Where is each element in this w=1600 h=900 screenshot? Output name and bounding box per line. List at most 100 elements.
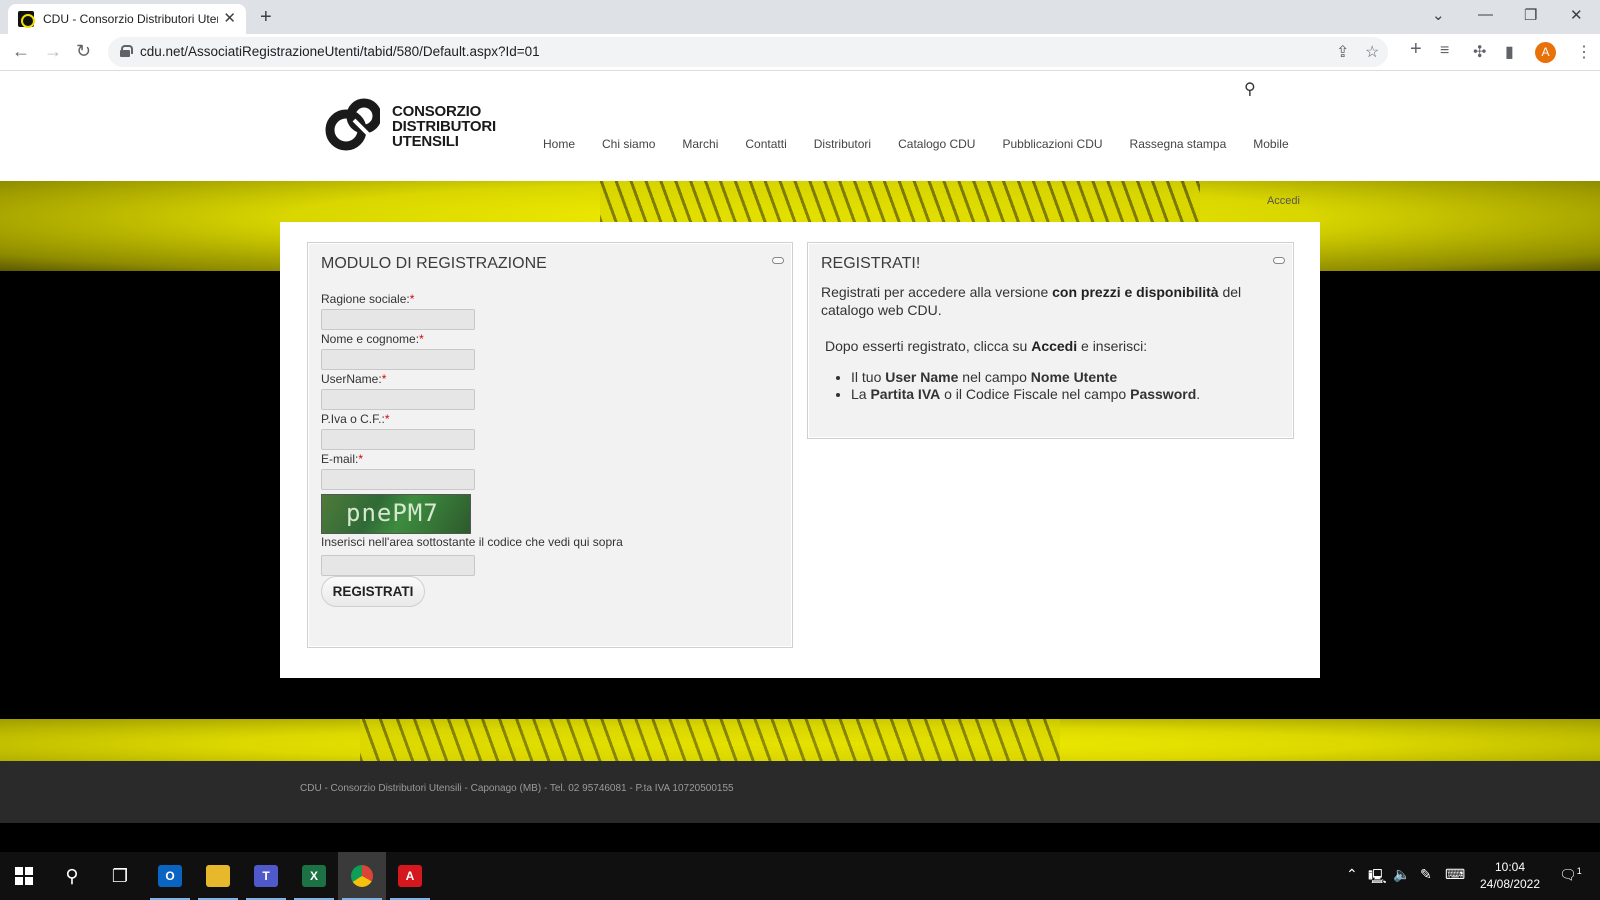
captcha-hint: Inserisci nell'area sottostante il codic… bbox=[321, 535, 623, 549]
add-icon[interactable]: + bbox=[1410, 38, 1422, 61]
registration-info-panel: REGISTRATI! Registrati per accedere alla… bbox=[807, 242, 1294, 439]
ragione-sociale-input[interactable] bbox=[321, 309, 475, 330]
volume-muted-icon[interactable]: 🔈 bbox=[1393, 866, 1410, 883]
windows-logo-icon bbox=[15, 867, 33, 885]
username-label: UserName:* bbox=[321, 372, 387, 386]
site-header: CONSORZIO DISTRIBUTORI UTENSILI ⚲ Home C… bbox=[0, 71, 1600, 181]
keyboard-icon[interactable]: ⌨ bbox=[1445, 866, 1465, 883]
logo-line-2: DISTRIBUTORI bbox=[392, 118, 496, 135]
collapse-form-icon[interactable] bbox=[772, 257, 784, 264]
main-nav: Home Chi siamo Marchi Contatti Distribut… bbox=[543, 137, 1316, 151]
nav-catalogo-cdu[interactable]: Catalogo CDU bbox=[898, 137, 975, 151]
username-input[interactable] bbox=[321, 389, 475, 410]
address-bar[interactable]: cdu.net/AssociatiRegistrazioneUtenti/tab… bbox=[108, 37, 1388, 67]
acrobat-app[interactable]: A bbox=[386, 852, 434, 900]
logo-line-1: CONSORZIO bbox=[392, 103, 482, 120]
side-panel-icon[interactable]: ▮ bbox=[1505, 42, 1514, 62]
notifications-icon[interactable]: 🗨1 bbox=[1559, 866, 1582, 884]
pen-icon[interactable]: ✎ bbox=[1420, 866, 1432, 883]
chrome-icon bbox=[351, 865, 373, 887]
nav-pubblicazioni-cdu[interactable]: Pubblicazioni CDU bbox=[1002, 137, 1102, 151]
nome-cognome-input[interactable] bbox=[321, 349, 475, 370]
clock-time: 10:04 bbox=[1494, 860, 1526, 874]
search-taskbar-icon[interactable]: ⚲ bbox=[48, 852, 96, 900]
outlook-icon: O bbox=[158, 865, 182, 887]
ragione-sociale-label: Ragione sociale:* bbox=[321, 292, 415, 306]
outlook-app[interactable]: O bbox=[146, 852, 194, 900]
banner-wave bbox=[600, 181, 1200, 223]
nav-chi-siamo[interactable]: Chi siamo bbox=[602, 137, 655, 151]
login-link[interactable]: Accedi bbox=[1267, 195, 1300, 207]
back-icon[interactable]: ← bbox=[12, 41, 30, 61]
browser-tab-strip: CDU - Consorzio Distributori Utensili ✕ … bbox=[0, 0, 1600, 34]
info-list-item: Il tuo User Name nel campo Nome Utente bbox=[851, 369, 1200, 386]
teams-app[interactable]: T bbox=[242, 852, 290, 900]
nav-marchi[interactable]: Marchi bbox=[682, 137, 718, 151]
email-input[interactable] bbox=[321, 469, 475, 490]
nome-cognome-label: Nome e cognome:* bbox=[321, 332, 424, 346]
menu-kebab-icon[interactable]: ⋮ bbox=[1576, 42, 1592, 62]
chrome-app[interactable] bbox=[338, 852, 386, 900]
acrobat-icon: A bbox=[398, 865, 422, 887]
profile-avatar[interactable]: A bbox=[1535, 42, 1556, 63]
minimize-icon[interactable]: — bbox=[1478, 6, 1493, 23]
nav-mobile[interactable]: Mobile bbox=[1253, 137, 1288, 151]
search-icon[interactable]: ⚲ bbox=[1244, 79, 1256, 99]
clock[interactable]: 10:04 24/08/2022 bbox=[1475, 859, 1545, 893]
close-tab-icon[interactable]: ✕ bbox=[223, 11, 236, 26]
yellow-banner-bottom bbox=[0, 719, 1600, 761]
show-hidden-icons-icon[interactable]: ⌃ bbox=[1346, 866, 1358, 883]
piva-cf-label: P.Iva o C.F.:* bbox=[321, 412, 390, 426]
browser-tab[interactable]: CDU - Consorzio Distributori Utensili ✕ bbox=[8, 4, 246, 34]
logo-text: CONSORZIO DISTRIBUTORI UTENSILI bbox=[392, 104, 496, 149]
logo-line-3: UTENSILI bbox=[392, 133, 459, 150]
url-text[interactable]: cdu.net/AssociatiRegistrazioneUtenti/tab… bbox=[140, 44, 540, 59]
reading-list-icon[interactable]: ≡ bbox=[1440, 42, 1449, 60]
info-list-item: La Partita IVA o il Codice Fiscale nel c… bbox=[851, 386, 1200, 403]
clock-date: 24/08/2022 bbox=[1479, 877, 1541, 891]
lock-icon[interactable] bbox=[120, 45, 133, 57]
extensions-icon[interactable]: ✣ bbox=[1473, 42, 1486, 62]
nav-distributori[interactable]: Distributori bbox=[814, 137, 871, 151]
site-logo[interactable]: CONSORZIO DISTRIBUTORI UTENSILI bbox=[324, 96, 504, 156]
web-page: CONSORZIO DISTRIBUTORI UTENSILI ⚲ Home C… bbox=[0, 71, 1600, 828]
notification-count: 1 bbox=[1576, 866, 1582, 876]
captcha-input[interactable] bbox=[321, 555, 475, 576]
nav-home[interactable]: Home bbox=[543, 137, 575, 151]
nav-contatti[interactable]: Contatti bbox=[745, 137, 786, 151]
site-favicon bbox=[18, 11, 35, 28]
piva-cf-input[interactable] bbox=[321, 429, 475, 450]
teams-icon: T bbox=[254, 865, 278, 887]
share-icon[interactable]: ⇪ bbox=[1336, 42, 1349, 62]
new-tab-icon[interactable]: + bbox=[260, 6, 272, 29]
captcha-text: pnePM7 bbox=[346, 499, 439, 527]
logo-mark-icon bbox=[325, 98, 380, 151]
email-label: E-mail:* bbox=[321, 452, 364, 466]
info-paragraph-1: Registrati per accedere alla versione co… bbox=[821, 284, 1242, 318]
banner-wave bbox=[360, 719, 1060, 761]
windows-taskbar: ⚲ ❐ O T X A ⌃ 🖳 🔈 ✎ ⌨ 10:04 24/08/2022 🗨… bbox=[0, 852, 1600, 900]
reload-icon[interactable]: ↻ bbox=[76, 41, 91, 61]
nav-rassegna-stampa[interactable]: Rassegna stampa bbox=[1130, 137, 1227, 151]
register-button[interactable]: REGISTRATI bbox=[321, 576, 425, 607]
info-list: Il tuo User Name nel campo Nome Utente L… bbox=[851, 369, 1200, 403]
site-footer: CDU - Consorzio Distributori Utensili - … bbox=[0, 761, 1600, 823]
browser-toolbar: ← → ↻ cdu.net/AssociatiRegistrazioneUten… bbox=[0, 34, 1600, 71]
footer-text: CDU - Consorzio Distributori Utensili - … bbox=[300, 783, 734, 794]
network-icon[interactable]: 🖳 bbox=[1368, 866, 1387, 890]
forward-icon[interactable]: → bbox=[44, 41, 62, 61]
file-explorer-app[interactable] bbox=[194, 852, 242, 900]
start-button[interactable] bbox=[0, 852, 48, 900]
tab-search-icon[interactable]: ⌄ bbox=[1432, 6, 1445, 24]
excel-app[interactable]: X bbox=[290, 852, 338, 900]
bookmark-star-icon[interactable]: ☆ bbox=[1365, 42, 1379, 62]
restore-icon[interactable]: ❐ bbox=[1524, 6, 1537, 24]
info-paragraph-2: Dopo esserti registrato, clicca su Acced… bbox=[825, 338, 1148, 354]
close-window-icon[interactable]: ✕ bbox=[1570, 6, 1583, 24]
task-view-icon[interactable]: ❐ bbox=[96, 852, 144, 900]
content-area: MODULO DI REGISTRAZIONE Ragione sociale:… bbox=[280, 222, 1320, 678]
form-title: MODULO DI REGISTRAZIONE bbox=[321, 255, 547, 272]
collapse-info-icon[interactable] bbox=[1273, 257, 1285, 264]
captcha-image: pnePM7 bbox=[321, 494, 471, 534]
registration-form-panel: MODULO DI REGISTRAZIONE Ragione sociale:… bbox=[307, 242, 793, 648]
